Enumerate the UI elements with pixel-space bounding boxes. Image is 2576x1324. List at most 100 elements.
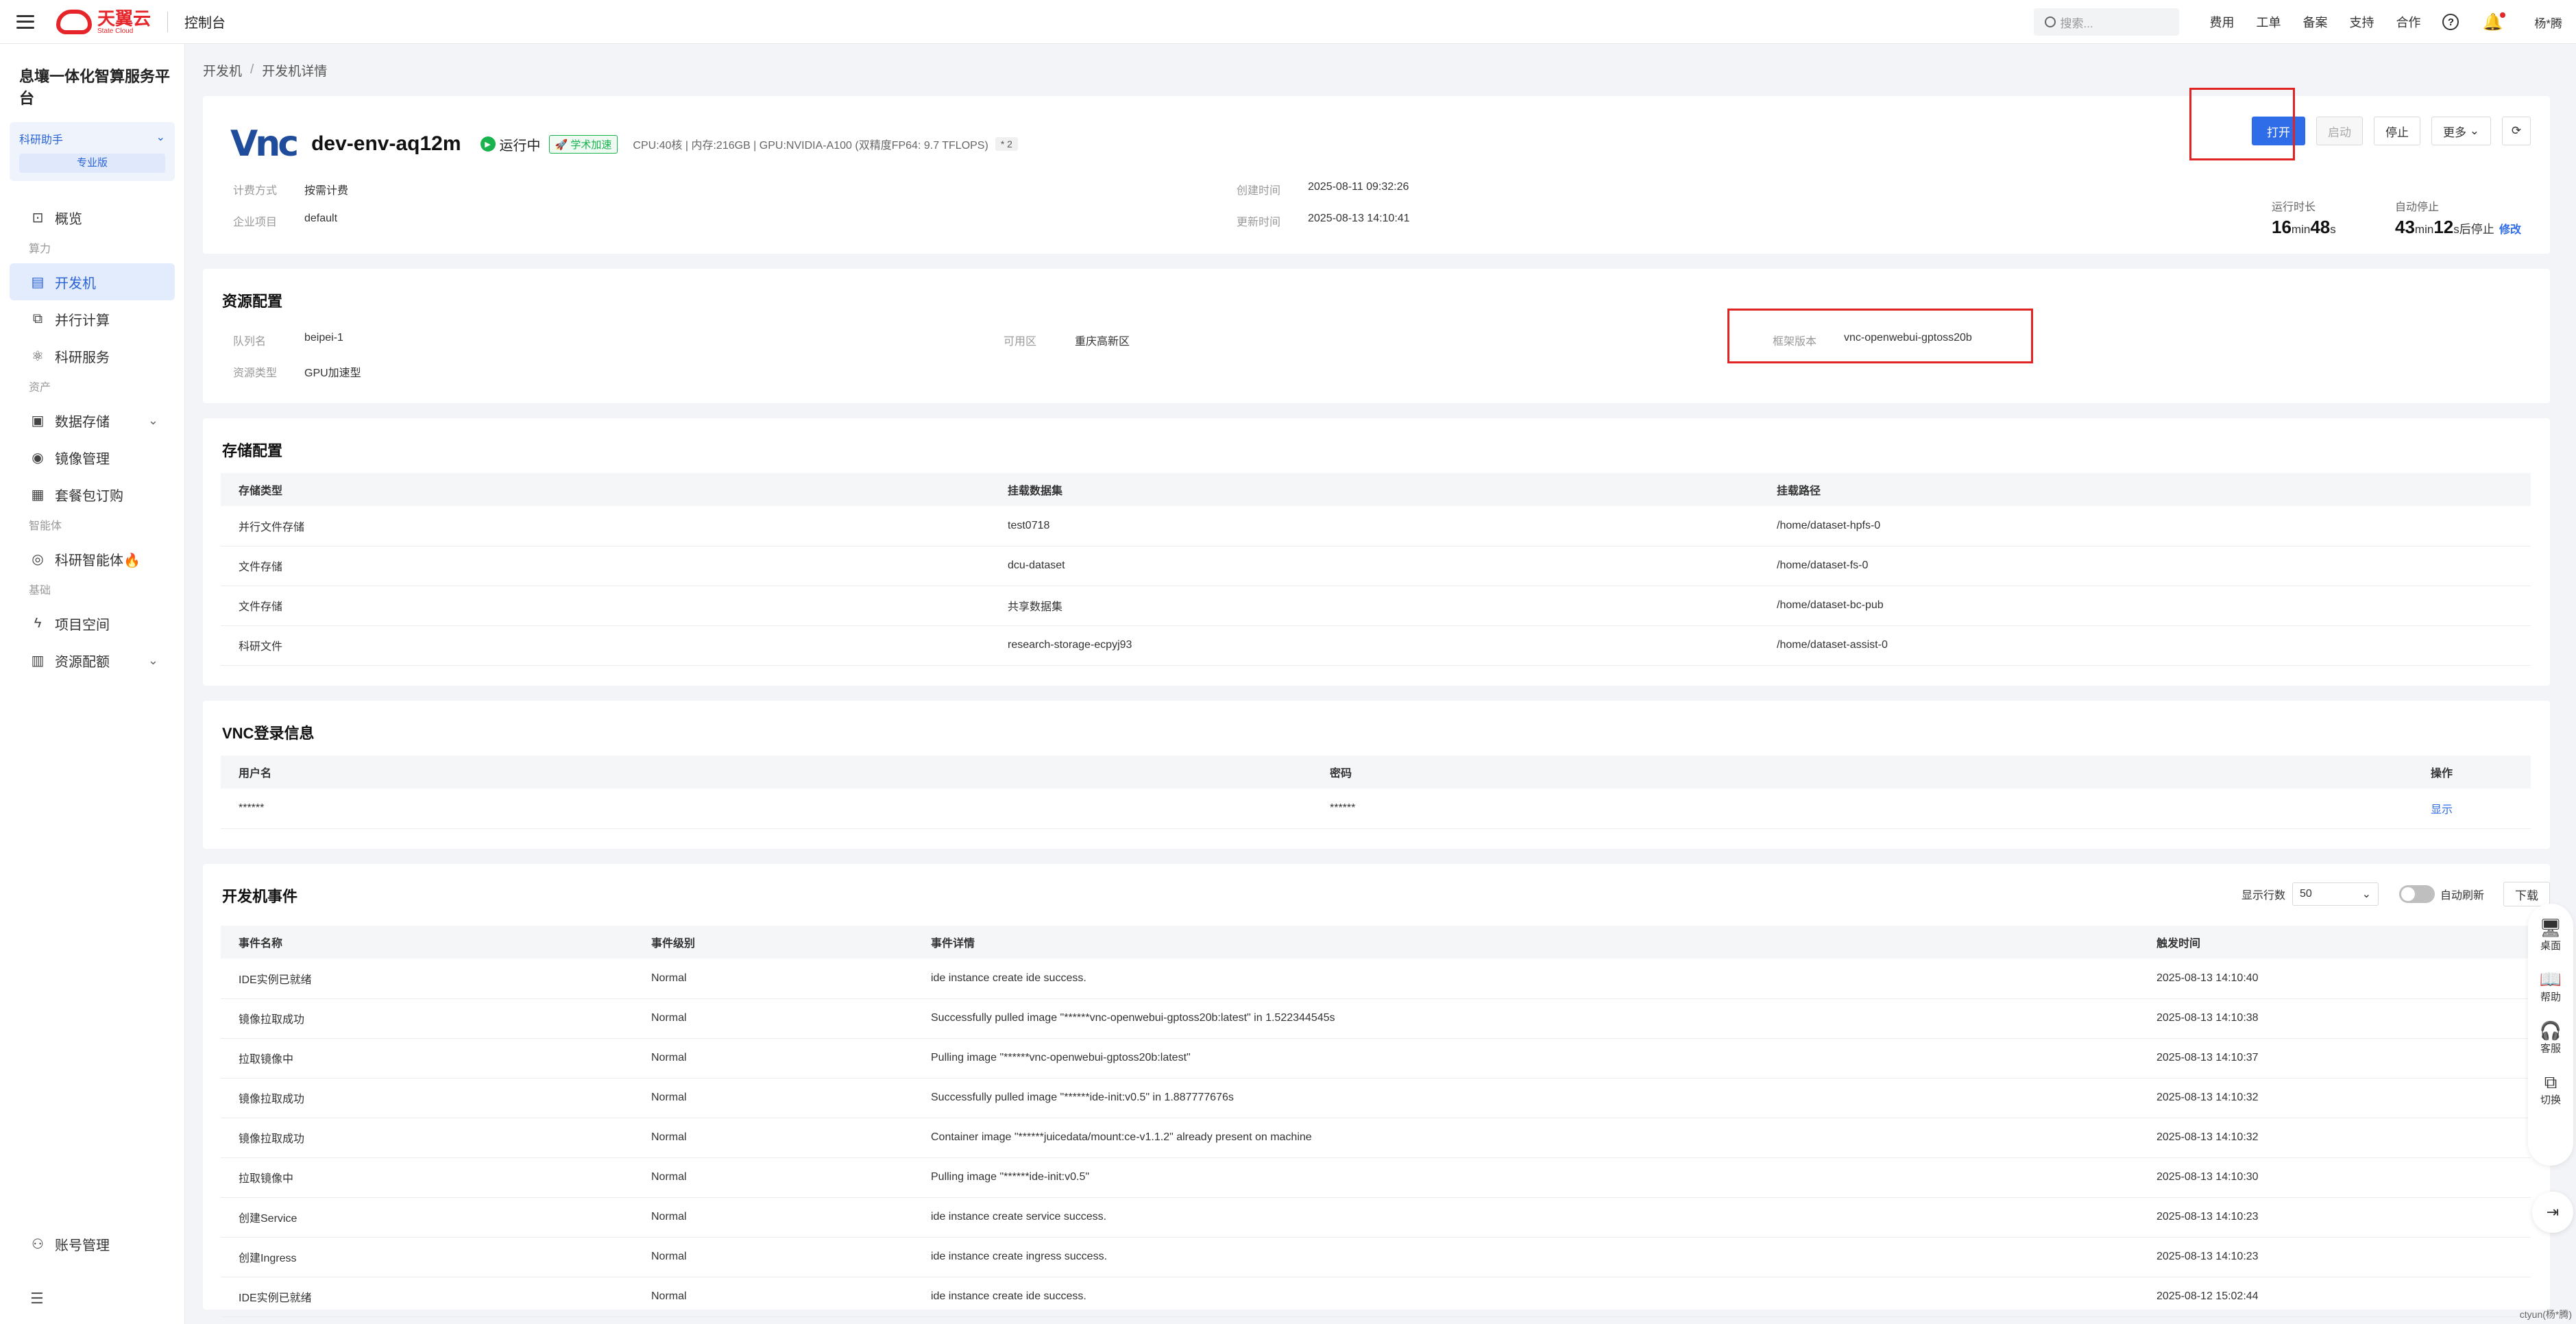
sidebar-item-agent[interactable]: ◎ 科研智能体🔥 bbox=[10, 540, 175, 577]
chevron-down-icon: ⌄ bbox=[156, 132, 165, 143]
divider bbox=[167, 11, 169, 32]
updated-row: 更新时间 2025-08-13 14:10:41 bbox=[1237, 213, 1410, 229]
sidebar-item-overview[interactable]: ⊡ 概览 bbox=[10, 199, 175, 236]
sidebar-item-account[interactable]: ⚇ 账号管理 bbox=[10, 1225, 175, 1262]
dev-machine-icon: ▤ bbox=[31, 274, 45, 290]
sidebar: 息壤一体化智算服务平台 科研助手 ⌄ 专业版 ⊡ 概览 算力 ▤ 开发机 ⧉ 并行计算… bbox=[0, 44, 185, 1324]
auto-refresh-toggle[interactable] bbox=[2398, 885, 2435, 903]
sidebar-item-quota[interactable]: ▥ 资源配额 ⌄ bbox=[10, 642, 175, 679]
auto-stop: 自动停止 43min12s后停止 修改 bbox=[2395, 197, 2521, 238]
sidebar-item-data-storage[interactable]: ▣ 数据存储 ⌄ bbox=[10, 402, 175, 439]
vnc-logo: Vnc bbox=[230, 123, 299, 165]
zone-value: 重庆高新区 bbox=[1075, 336, 1130, 348]
cell: Normal bbox=[633, 1277, 913, 1317]
chevron-down-icon: ⌄ bbox=[2469, 124, 2479, 137]
cell: IDE实例已就绪 bbox=[221, 1277, 633, 1317]
cell: 2025-08-13 14:10:23 bbox=[2139, 1237, 2531, 1277]
logo[interactable]: 天翼云 State Cloud bbox=[56, 9, 151, 35]
cell: 2025-08-13 14:10:23 bbox=[2139, 1197, 2531, 1238]
search-input[interactable]: 搜索... bbox=[2034, 8, 2180, 36]
refresh-button[interactable]: ⟳ bbox=[2502, 117, 2531, 145]
sidebar-item-image-mgmt[interactable]: ◉ 镜像管理 bbox=[10, 439, 175, 476]
created-row: 创建时间 2025-08-11 09:32:26 bbox=[1237, 181, 1409, 197]
package-icon: ▦ bbox=[31, 487, 45, 503]
logo-en: State Cloud bbox=[97, 27, 134, 35]
section-title: VNC登录信息 bbox=[222, 725, 315, 742]
edit-autostop-link[interactable]: 修改 bbox=[2499, 224, 2521, 236]
cell: test0718 bbox=[990, 506, 1759, 546]
cell: Successfully pulled image "******ide-ini… bbox=[913, 1078, 2139, 1118]
switch-button[interactable]: ⧉ 切换 bbox=[2540, 1072, 2561, 1107]
events-card: 开发机事件 显示行数 50 ⌄ 自动刷新 下载 事件名称 事件级别 事件详情 触发… bbox=[203, 864, 2550, 1317]
zone-label: 可用区 bbox=[1004, 336, 1037, 348]
cell: /home/dataset-hpfs-0 bbox=[1759, 506, 2531, 546]
sidebar-item-parallel[interactable]: ⧉ 并行计算 bbox=[10, 300, 175, 337]
rows-select[interactable]: 50 ⌄ bbox=[2292, 882, 2379, 906]
cell: dcu-dataset bbox=[990, 546, 1759, 586]
accel-text: 学术加速 bbox=[570, 139, 612, 151]
bell-icon[interactable]: 🔔 bbox=[2482, 12, 2506, 32]
nav-support[interactable]: 支持 bbox=[2349, 13, 2374, 31]
cell: 共享数据集 bbox=[990, 586, 1759, 626]
collapse-panel-icon[interactable]: ⇥ bbox=[2532, 1192, 2573, 1233]
user-name[interactable]: 杨*腾 bbox=[2534, 14, 2562, 31]
resource-config-card: 资源配置 队列名 beipei-1 资源类型 GPU加速型 可用区 重庆高新区 框架版… bbox=[203, 269, 2550, 403]
rows-label: 显示行数 bbox=[2241, 890, 2285, 902]
search-icon bbox=[2045, 16, 2056, 27]
nav-filing[interactable]: 备案 bbox=[2302, 13, 2327, 31]
service-button[interactable]: 🎧 客服 bbox=[2540, 1020, 2562, 1055]
console-link[interactable]: 控制台 bbox=[184, 12, 226, 32]
show-password-link[interactable]: 显示 bbox=[2431, 804, 2453, 816]
billing-value: 按需计费 bbox=[304, 185, 349, 197]
sidebar-item-package[interactable]: ▦ 套餐包订购 bbox=[10, 476, 175, 513]
menu-icon[interactable] bbox=[16, 14, 34, 29]
cell: Pulling image "******ide-init:v0.5" bbox=[913, 1157, 2139, 1198]
download-button[interactable]: 下载 bbox=[2503, 882, 2550, 906]
sidebar-item-label: 资源配额 bbox=[55, 654, 110, 670]
queue-value: beipei-1 bbox=[304, 332, 343, 344]
collapse-sidebar-icon[interactable]: ☰ bbox=[30, 1290, 44, 1308]
cell: 拉取镜像中 bbox=[221, 1038, 633, 1079]
nav-group-compute: 算力 bbox=[29, 243, 51, 255]
cell: 科研文件 bbox=[221, 625, 990, 666]
project-label: 企业项目 bbox=[233, 217, 278, 228]
cell: ide instance create service success. bbox=[913, 1197, 2139, 1238]
table-row: 创建Ingress Normal ide instance create ingre… bbox=[221, 1237, 2531, 1277]
desktop-button[interactable]: 🖥 桌面 bbox=[2539, 917, 2562, 952]
table-row: 创建Service Normal ide instance create servi… bbox=[221, 1197, 2531, 1238]
created-value: 2025-08-11 09:32:26 bbox=[1308, 181, 1409, 193]
refresh-icon: ⟳ bbox=[2511, 124, 2522, 137]
nav-fees[interactable]: 费用 bbox=[2209, 13, 2234, 31]
cell: Normal bbox=[633, 1118, 913, 1158]
breadcrumb-root[interactable]: 开发机 bbox=[203, 61, 242, 80]
help-icon[interactable]: ? bbox=[2442, 14, 2459, 30]
more-button[interactable]: 更多 ⌄ bbox=[2431, 117, 2491, 145]
column-header: 存储类型 bbox=[221, 473, 990, 506]
nav-partner[interactable]: 合作 bbox=[2396, 13, 2420, 31]
chevron-down-icon: ⌄ bbox=[2361, 889, 2371, 900]
section-title: 开发机事件 bbox=[222, 888, 298, 905]
stop-button[interactable]: 停止 bbox=[2374, 117, 2421, 145]
cell: Normal bbox=[633, 1038, 913, 1079]
breadcrumb-current: 开发机详情 bbox=[262, 64, 328, 79]
assistant-selector[interactable]: 科研助手 ⌄ 专业版 bbox=[10, 122, 175, 181]
bolt-icon: ϟ bbox=[34, 615, 42, 631]
sidebar-item-dev-machine[interactable]: ▤ 开发机 bbox=[10, 263, 175, 300]
help-button[interactable]: 📖 帮助 bbox=[2540, 969, 2562, 1004]
nav-tickets[interactable]: 工单 bbox=[2256, 13, 2281, 31]
breadcrumb-separator: / bbox=[250, 62, 254, 77]
table-header-row: 存储类型 挂载数据集 挂载路径 bbox=[221, 473, 2531, 506]
chevron-down-icon: ⌄ bbox=[147, 653, 158, 667]
start-button[interactable]: 启动 bbox=[2316, 117, 2364, 145]
cluster-icon: ⧉ bbox=[32, 311, 43, 326]
section-title: 资源配置 bbox=[222, 293, 283, 310]
cell: 2025-08-13 14:10:38 bbox=[2139, 998, 2531, 1039]
sidebar-item-project[interactable]: ϟ 项目空间 bbox=[10, 605, 175, 642]
column-header: 密码 bbox=[1312, 756, 2413, 789]
highlight-box bbox=[1727, 309, 2033, 363]
sidebar-item-research-service[interactable]: ⚛ 科研服务 bbox=[10, 337, 175, 374]
book-icon: 📖 bbox=[2539, 969, 2562, 989]
table-header-row: 用户名 密码 操作 bbox=[221, 756, 2531, 789]
rows-value: 50 bbox=[2299, 888, 2312, 900]
chart-icon: ⊡ bbox=[32, 210, 44, 226]
